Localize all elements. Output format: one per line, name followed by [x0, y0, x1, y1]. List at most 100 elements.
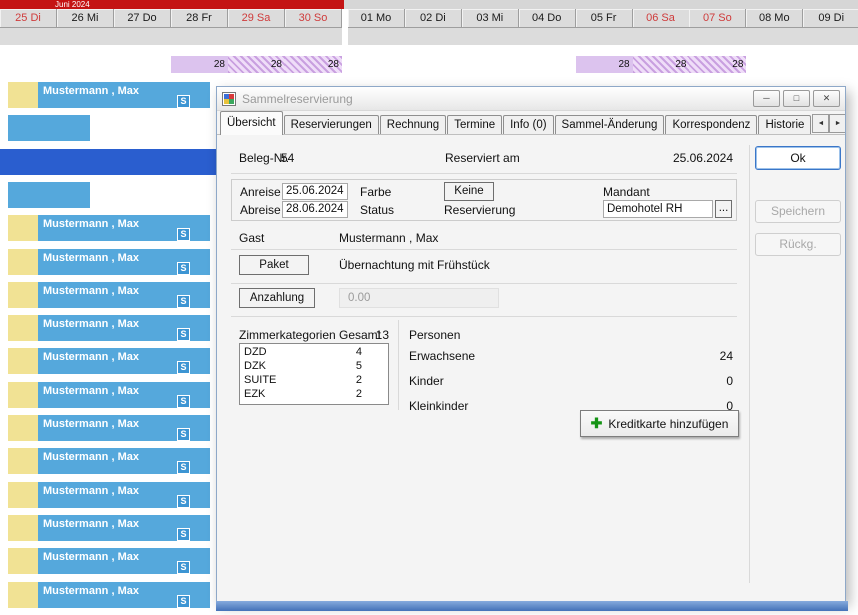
anreise-label: Anreise — [240, 185, 281, 199]
category-name: EZK — [244, 388, 266, 400]
category-count: 2 — [355, 388, 362, 400]
reservation-bar[interactable]: Mustermann , Max S — [38, 282, 210, 308]
group-reservation-badge: S — [177, 428, 190, 441]
reservation-bar[interactable]: Mustermann , Max S — [38, 82, 210, 108]
reservation-bar[interactable] — [8, 115, 90, 141]
reservation-bar[interactable]: Mustermann , Max S — [38, 448, 210, 474]
category-row[interactable]: DZD 4 — [240, 345, 388, 359]
tab-termine[interactable]: Termine — [447, 115, 503, 134]
sammelreservierung-dialog: Sammelreservierung ─ □ ✕ Übersicht Reserv… — [216, 86, 848, 611]
group-reservation-badge: S — [177, 328, 190, 341]
gesamt-value: 13 — [375, 328, 389, 342]
paket-value: Übernachtung mit Frühstück — [339, 258, 490, 272]
tab-arrows: ◄ ► — [812, 114, 845, 133]
reserviert-am-label: Reserviert am — [445, 151, 520, 165]
tab-reservierungen[interactable]: Reservierungen — [283, 115, 379, 134]
add-credit-card-button[interactable]: ✚ Kreditkarte hinzufügen — [580, 410, 739, 437]
maximize-button[interactable]: □ — [783, 90, 810, 107]
status-value: Reservierung — [444, 203, 516, 217]
person-row: Erwachsene 24 — [409, 349, 733, 369]
reservation-bar[interactable]: Mustermann , Max S — [38, 249, 210, 275]
dialog-bottom-edge — [216, 601, 848, 611]
category-row[interactable]: EZK 2 — [240, 387, 388, 401]
reservation-bar[interactable]: Mustermann , Max S — [38, 415, 210, 441]
tab-korrespondenz[interactable]: Korrespondenz — [665, 115, 758, 134]
close-button[interactable]: ✕ — [813, 90, 840, 107]
person-type-label: Erwachsene — [409, 349, 476, 363]
anzahlung-field: 0.00 — [339, 288, 499, 308]
tab-rechnung[interactable]: Rechnung — [379, 115, 447, 134]
group-reservation-badge: S — [177, 361, 190, 374]
tab-scroll-right-button[interactable]: ► — [829, 114, 845, 133]
dialog-titlebar[interactable]: Sammelreservierung ─ □ ✕ — [217, 87, 845, 111]
gast-value: Mustermann , Max — [339, 231, 439, 245]
category-row[interactable]: DZK 5 — [240, 359, 388, 373]
anzahlung-button[interactable]: Anzahlung — [239, 288, 315, 308]
abreise-date-field[interactable]: 28.06.2024 — [282, 201, 348, 218]
speichern-button[interactable]: Speichern — [755, 200, 841, 223]
person-row: Kinder 0 — [409, 374, 733, 394]
mandant-select[interactable]: Demohotel RH — [603, 200, 713, 218]
reservation-bar[interactable]: Mustermann , Max S — [38, 315, 210, 341]
beleg-nr-value: 54 — [281, 151, 295, 165]
reservation-bar[interactable]: Mustermann , Max S — [38, 515, 210, 541]
farbe-label: Farbe — [360, 185, 392, 199]
minimize-button[interactable]: ─ — [753, 90, 780, 107]
tab-strip-wrap: Übersicht Reservierungen Rechnung Termine In… — [217, 111, 845, 135]
category-name: DZD — [244, 346, 267, 358]
separator — [231, 283, 737, 284]
dialog-title: Sammelreservierung — [242, 91, 353, 106]
app-icon — [222, 91, 236, 106]
group-reservation-badge: S — [177, 295, 190, 308]
person-type-label: Kleinkinder — [409, 399, 469, 413]
arrow-right-icon: ► — [834, 120, 842, 127]
reservation-bar[interactable]: Mustermann , Max S — [38, 482, 210, 508]
reservation-bar[interactable]: Mustermann , Max S — [38, 548, 210, 574]
room-cell — [8, 415, 38, 441]
reservation-bar[interactable]: Mustermann , Max S — [38, 582, 210, 608]
reserviert-am-value: 25.06.2024 — [672, 151, 733, 165]
reservation-bar[interactable]: Mustermann , Max S — [38, 215, 210, 241]
gast-label: Gast — [239, 231, 265, 245]
category-name: DZK — [244, 360, 266, 372]
anreise-date-field[interactable]: 25.06.2024 — [282, 183, 348, 200]
paket-button[interactable]: Paket — [239, 255, 309, 275]
category-count: 4 — [355, 346, 362, 358]
reservation-bar[interactable]: Mustermann , Max S — [38, 348, 210, 374]
person-count: 0 — [726, 374, 733, 388]
mandant-browse-button[interactable]: ... — [715, 200, 732, 218]
category-row[interactable]: SUITE 2 — [240, 373, 388, 387]
group-reservation-badge: S — [177, 228, 190, 241]
reservation-bar[interactable]: Mustermann , Max S — [38, 382, 210, 408]
tab-info-0-[interactable]: Info (0) — [503, 115, 554, 134]
separator — [231, 249, 737, 250]
category-count: 2 — [355, 374, 362, 386]
farbe-keine-button[interactable]: Keine — [444, 182, 494, 201]
room-cell — [8, 482, 38, 508]
room-cell — [8, 448, 38, 474]
separator — [231, 316, 737, 317]
personen-label: Personen — [409, 328, 461, 342]
zimmerkategorien-label: Zimmerkategorien — [239, 328, 336, 342]
room-cell — [8, 548, 38, 574]
selected-reservation-row[interactable] — [0, 149, 216, 175]
stay-groupbox: Anreise 25.06.2024 Farbe Keine Mandant A… — [231, 179, 737, 221]
tab-strip: Übersicht Reservierungen Rechnung Termine In… — [220, 111, 812, 135]
room-cell — [8, 282, 38, 308]
room-cell — [8, 348, 38, 374]
reservation-bar[interactable] — [8, 182, 90, 208]
screen: Juni 2024 25 Di 26 Mi 27 Do 28 Fr 29 Sa 30 So… — [0, 0, 858, 615]
ok-button[interactable]: Ok — [755, 146, 841, 170]
rueckgaengig-button[interactable]: Rückg. — [755, 233, 841, 256]
group-reservation-badge: S — [177, 561, 190, 574]
tab-sammel-änderung[interactable]: Sammel-Änderung — [554, 115, 665, 134]
room-cell — [8, 515, 38, 541]
category-name: SUITE — [244, 374, 277, 386]
person-count: 24 — [719, 349, 733, 363]
tab-historie[interactable]: Historie — [758, 115, 812, 134]
tab-scroll-left-button[interactable]: ◄ — [812, 114, 830, 133]
category-listbox[interactable]: DZD 4 DZK 5 SUITE 2 EZK 2 — [239, 343, 389, 405]
group-reservation-badge: S — [177, 528, 190, 541]
tab-übersicht[interactable]: Übersicht — [220, 111, 283, 135]
room-cell — [8, 315, 38, 341]
